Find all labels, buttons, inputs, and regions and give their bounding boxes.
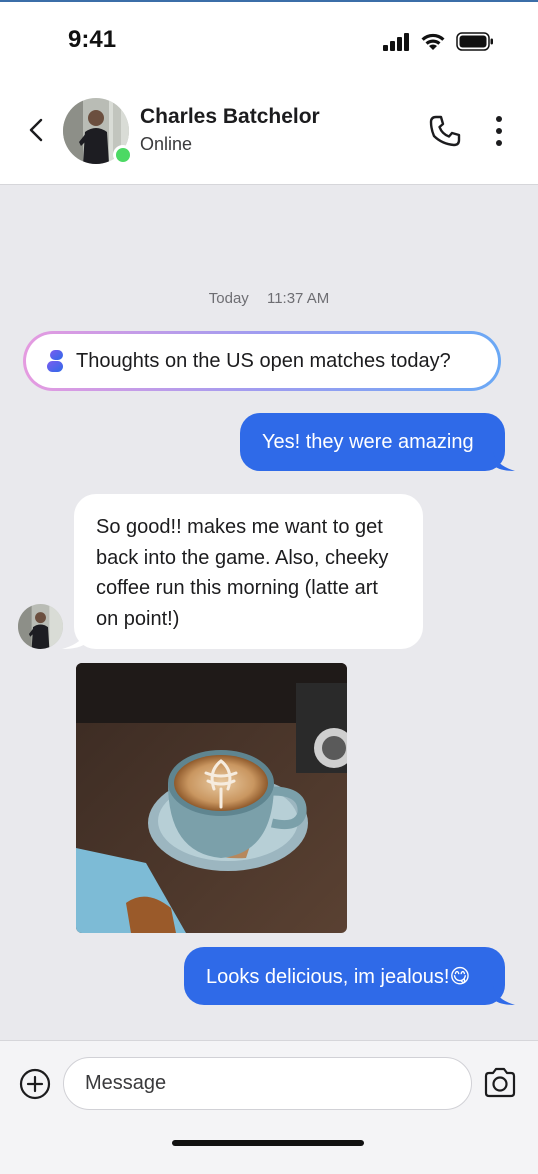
camera-button[interactable] <box>482 1065 518 1101</box>
chat-timestamp: Today 11:37 AM <box>0 290 538 307</box>
incoming-message[interactable]: So good!! makes me want to get back into… <box>62 494 423 649</box>
time-label: 11:37 AM <box>266 290 330 307</box>
status-time: 9:41 <box>68 26 117 53</box>
message-text: Looks delicious, im jealous!😋 <box>206 965 471 988</box>
ai-suggestion-pill[interactable]: Thoughts on the US open matches today? <box>23 331 501 391</box>
back-button[interactable] <box>22 116 50 144</box>
bubble-tail <box>62 629 86 649</box>
status-icons <box>383 32 494 51</box>
online-indicator <box>113 145 133 165</box>
contact-status: Online <box>140 134 193 154</box>
more-vertical-icon <box>496 116 502 122</box>
bubble-tail <box>493 985 515 1005</box>
message-text: Yes! they were amazing <box>262 430 474 453</box>
ai-suggestion-text: Thoughts on the US open matches today? <box>76 349 451 372</box>
contact-name[interactable]: Charles Batchelor <box>140 105 320 129</box>
chevron-left-icon <box>29 118 43 142</box>
phone-icon <box>429 115 461 147</box>
wifi-icon <box>421 33 445 50</box>
home-indicator <box>172 1140 364 1146</box>
call-button[interactable] <box>428 114 462 148</box>
date-label: Today <box>208 290 249 307</box>
sender-avatar[interactable] <box>18 604 63 649</box>
cellular-signal-icon <box>383 32 409 51</box>
message-composer <box>0 1040 538 1174</box>
more-options-button[interactable] <box>488 114 510 148</box>
battery-icon <box>456 32 493 51</box>
message-input[interactable] <box>63 1057 472 1110</box>
message-text: So good!! makes me want to get back into… <box>96 516 389 630</box>
outgoing-message[interactable]: Looks delicious, im jealous!😋 <box>184 947 515 1005</box>
ai-sparkle-icon <box>47 350 63 372</box>
plus-circle-icon <box>19 1068 51 1100</box>
latte-art-photo[interactable] <box>76 663 347 933</box>
chat-header: Charles Batchelor Online <box>0 78 538 185</box>
status-bar: 9:41 <box>0 2 538 78</box>
outgoing-message[interactable]: Yes! they were amazing <box>240 413 515 471</box>
camera-icon <box>484 1067 516 1098</box>
add-attachment-button[interactable] <box>19 1068 51 1100</box>
bubble-tail <box>493 451 515 471</box>
